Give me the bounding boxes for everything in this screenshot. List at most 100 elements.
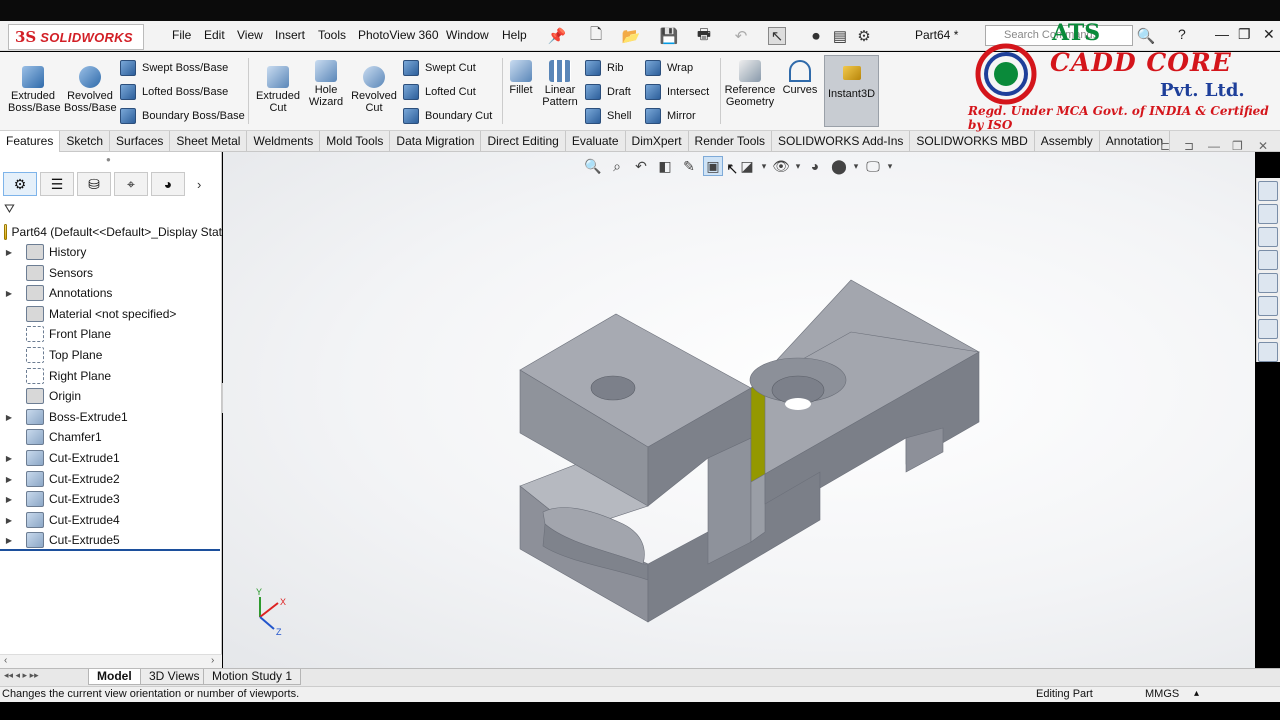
custom-properties-icon[interactable] (1258, 296, 1278, 316)
tab-features[interactable]: Features (0, 131, 61, 152)
chevron-up-icon[interactable]: ▴ (1194, 688, 1199, 699)
tree-item[interactable]: Front Plane (0, 324, 222, 344)
tree-root[interactable]: Part64 (Default<<Default>_Display Stat (0, 222, 222, 242)
edit-appearance-icon[interactable]: ◕ (805, 156, 825, 176)
solidworks-resources-icon[interactable] (1258, 181, 1278, 201)
display-manager-icon[interactable]: ◕ (151, 172, 185, 196)
solidworks-forum-icon[interactable] (1258, 319, 1278, 339)
instant3d-button[interactable]: Instant3D (824, 55, 879, 127)
previous-view-icon[interactable]: ↶ (631, 156, 651, 176)
undo-icon[interactable]: ↶ (732, 27, 750, 45)
draft-button[interactable]: Draft (585, 84, 631, 100)
zoom-to-area-icon[interactable]: ⌕ (607, 156, 627, 176)
tree-item[interactable]: Sensors (0, 263, 222, 283)
feature-manager-icon[interactable]: ⚙ (3, 172, 37, 196)
expand-arrow-icon[interactable]: ▶ (2, 475, 16, 484)
minimize-button[interactable]: — (1215, 26, 1229, 42)
viewport-restore-button[interactable]: ❐ (1232, 139, 1243, 153)
expand-arrow-icon[interactable]: ▶ (2, 413, 16, 422)
reference-geometry-button[interactable]: Reference Geometry (724, 60, 776, 108)
lofted-cut-button[interactable]: Lofted Cut (403, 84, 476, 100)
tree-item[interactable]: ▶ Annotations (0, 283, 222, 303)
appearances-icon[interactable] (1258, 273, 1278, 293)
expand-arrow-icon[interactable]: ▶ (2, 516, 16, 525)
filter-icon[interactable]: ⛛ (4, 201, 15, 217)
hole-wizard-button[interactable]: Hole Wizard (304, 60, 348, 108)
file-explorer-icon[interactable] (1258, 227, 1278, 247)
viewport-minimize-button[interactable]: — (1208, 139, 1220, 153)
solidworks-logo[interactable]: 3S SOLIDWORKS (8, 24, 144, 50)
tab-evaluate[interactable]: Evaluate (566, 131, 626, 152)
tree-item[interactable]: ▶ Cut-Extrude3 (0, 489, 222, 509)
menu-tools[interactable]: Tools (318, 28, 346, 42)
view-settings-icon[interactable]: 🖵 (863, 156, 883, 176)
pin-icon[interactable]: 📌 (548, 27, 567, 45)
scroll-right-icon[interactable]: › (211, 655, 214, 666)
intersect-button[interactable]: Intersect (645, 84, 709, 100)
scroll-left-icon[interactable]: ‹ (4, 655, 7, 666)
expand-arrow-icon[interactable]: ▶ (2, 248, 16, 257)
swept-boss-button[interactable]: Swept Boss/Base (120, 60, 228, 76)
boundary-boss-button[interactable]: Boundary Boss/Base (120, 108, 245, 124)
tree-item[interactable]: Right Plane (0, 366, 222, 386)
chevron-down-icon[interactable]: ▾ (761, 156, 767, 176)
revolved-boss-button[interactable]: Revolved Boss/Base (64, 66, 117, 114)
3dexperience-icon[interactable] (1258, 342, 1278, 362)
tree-item[interactable]: ▶ Cut-Extrude1 (0, 448, 222, 468)
new-document-icon[interactable]: 🗋 (587, 26, 605, 45)
search-icon[interactable]: 🔍 (1137, 27, 1156, 45)
tab-3d-views[interactable]: 3D Views (140, 669, 209, 685)
tab-model[interactable]: Model (88, 669, 141, 685)
part-model-view[interactable]: Y X Z (223, 152, 1255, 668)
options-gear-icon[interactable]: ⚙ (855, 27, 873, 45)
rollback-bar[interactable] (0, 549, 220, 551)
traffic-light-icon[interactable]: ⏺ (807, 27, 825, 45)
chevron-down-icon[interactable]: ▾ (887, 156, 893, 176)
swept-cut-button[interactable]: Swept Cut (403, 60, 476, 76)
display-style-icon[interactable]: ◪ (737, 156, 757, 176)
tab-dimxpert[interactable]: DimXpert (626, 131, 689, 152)
extruded-cut-button[interactable]: Extruded Cut (254, 66, 302, 114)
expand-arrow-icon[interactable]: ▶ (2, 495, 16, 504)
design-library-icon[interactable] (1258, 204, 1278, 224)
menu-file[interactable]: File (172, 28, 191, 42)
viewport-control-icon[interactable]: ⊏ (1160, 139, 1170, 153)
curves-button[interactable]: Curves (782, 60, 818, 96)
select-pointer-icon[interactable]: ↖ (768, 27, 786, 45)
help-icon[interactable]: ? (1178, 26, 1186, 42)
tree-item[interactable]: Chamfer1 (0, 427, 222, 447)
expand-arrow-icon[interactable]: ▶ (2, 454, 16, 463)
wrap-button[interactable]: Wrap (645, 60, 693, 76)
dynamic-annotation-icon[interactable]: ✎ (679, 156, 699, 176)
tab-render-tools[interactable]: Render Tools (689, 131, 773, 152)
menu-insert[interactable]: Insert (275, 28, 305, 42)
chevron-down-icon[interactable]: ▾ (795, 156, 801, 176)
menu-view[interactable]: View (237, 28, 263, 42)
expand-arrow-icon[interactable]: ▶ (2, 289, 16, 298)
tab-mold-tools[interactable]: Mold Tools (320, 131, 391, 152)
tab-assembly[interactable]: Assembly (1035, 131, 1100, 152)
section-view-icon[interactable]: ◧ (655, 156, 675, 176)
hide-show-items-icon[interactable]: 👁 (771, 156, 791, 176)
tree-item[interactable]: ▶ Cut-Extrude4 (0, 510, 222, 530)
tab-solidworks-addins[interactable]: SOLIDWORKS Add-Ins (772, 131, 911, 152)
tab-surfaces[interactable]: Surfaces (110, 131, 171, 152)
lofted-boss-button[interactable]: Lofted Boss/Base (120, 84, 228, 100)
zoom-to-fit-icon[interactable]: 🔍 (583, 156, 603, 176)
menu-photoview[interactable]: PhotoView 360 (358, 28, 439, 42)
tab-sketch[interactable]: Sketch (60, 131, 111, 152)
menu-edit[interactable]: Edit (204, 28, 225, 42)
tree-item[interactable]: ▶ Boss-Extrude1 (0, 407, 222, 427)
tab-sheet-metal[interactable]: Sheet Metal (170, 131, 248, 152)
viewport-close-button[interactable]: ✕ (1258, 139, 1268, 153)
tab-motion-study[interactable]: Motion Study 1 (203, 669, 302, 685)
tree-item[interactable]: Material <not specified> (0, 304, 222, 324)
file-properties-icon[interactable]: ▤ (831, 27, 849, 45)
extruded-boss-button[interactable]: Extruded Boss/Base (8, 66, 61, 114)
tree-item[interactable]: Top Plane (0, 345, 222, 365)
mirror-button[interactable]: Mirror (645, 108, 696, 124)
tree-item[interactable]: Origin (0, 386, 222, 406)
linear-pattern-button[interactable]: Linear Pattern (540, 60, 580, 108)
viewport-control-icon[interactable]: ⊐ (1184, 139, 1194, 153)
menu-window[interactable]: Window (446, 28, 489, 42)
